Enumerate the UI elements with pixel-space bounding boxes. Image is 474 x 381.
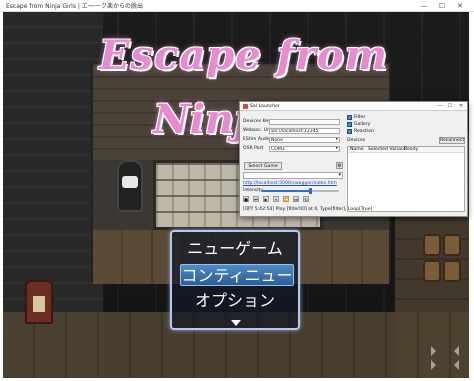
devices-keys-field[interactable] xyxy=(269,119,340,125)
launcher-title: Sal Launcher xyxy=(250,104,280,109)
chevron-down-icon xyxy=(231,320,241,326)
title-bar: Escape from Ninja Girls | エ──ーク楽からの脱出 — … xyxy=(0,0,474,12)
devices-label: Devices xyxy=(347,138,366,143)
window-title: Escape from Ninja Girls | エ──ーク楽からの脱出 xyxy=(6,3,144,10)
status-text: [대부 5:42:54] Play [filter00] at 0, Type[… xyxy=(243,207,373,212)
estim-audio-label: EStim Audio xyxy=(243,137,271,142)
title-menu: ニューゲーム コンティニュー オプション xyxy=(170,230,300,330)
gallery-checkbox[interactable]: ✓ Gallery xyxy=(347,122,370,127)
loop-icon[interactable]: ↻ xyxy=(303,196,309,202)
osr-port-label: OSR Port xyxy=(243,146,264,151)
filter-checkbox[interactable]: ✓ Filter xyxy=(347,115,365,120)
prev-icon[interactable]: ⏮ xyxy=(253,196,259,202)
rewind-icon[interactable]: ⏪ xyxy=(283,196,289,202)
col-ready[interactable]: Ready xyxy=(404,147,418,152)
intensity-slider[interactable] xyxy=(262,188,339,194)
mask-icon xyxy=(122,176,138,188)
gallery-checkbox-label: Gallery xyxy=(354,122,371,127)
intensity-thumb[interactable] xyxy=(308,188,312,194)
intensity-label: Intensity xyxy=(243,188,263,193)
menu-continue[interactable]: コンティニュー xyxy=(180,264,294,286)
game-select[interactable] xyxy=(243,172,343,179)
launcher-minimize-button[interactable]: — xyxy=(436,103,444,109)
menu-options[interactable]: オプション xyxy=(172,290,298,312)
app-window: Escape from Ninja Girls | エ──ーク楽からの脱出 — … xyxy=(0,0,474,381)
play-icon[interactable]: ▶ xyxy=(263,196,269,202)
pause-icon[interactable]: ⏸ xyxy=(273,196,279,202)
menu-new-game[interactable]: ニューゲーム xyxy=(172,238,298,260)
app-icon xyxy=(243,104,248,109)
barrels-icon xyxy=(423,234,463,294)
websocket-label: Websoc. Url xyxy=(243,128,271,133)
reconnect-button[interactable]: Reconnect xyxy=(439,137,465,144)
stop-icon[interactable]: ■ xyxy=(243,196,249,202)
ninja-sprite xyxy=(117,160,143,212)
launcher-maximize-button[interactable]: ☐ xyxy=(446,103,454,109)
intensity-fill xyxy=(262,190,310,192)
game-title-line1: Escape from xyxy=(99,32,388,79)
next-icon[interactable]: ⏭ xyxy=(293,196,299,202)
lantern-icon xyxy=(25,280,53,324)
launcher-title-bar: Sal Launcher — ☐ ✕ xyxy=(240,102,467,111)
devices-table[interactable]: Name Selected Variant Ready xyxy=(347,146,465,212)
devices-table-header: Name Selected Variant Ready xyxy=(348,147,464,153)
col-selected-variant[interactable]: Selected Variant xyxy=(368,147,406,152)
game-title: Escape from Ninja xyxy=(99,32,388,143)
estim-audio-select[interactable]: None xyxy=(269,137,340,143)
reaction-checkbox-label: Reaction xyxy=(354,129,374,134)
launcher-window: Sal Launcher — ☐ ✕ Devices Keys Websoc. … xyxy=(239,101,468,217)
osr-port-select[interactable]: COM3 xyxy=(269,146,340,152)
swagger-link[interactable]: http://localhost:5000/swagger/index.htm xyxy=(243,181,337,186)
launcher-close-button[interactable]: ✕ xyxy=(457,103,465,109)
player-controls: ■ ⏮ ▶ ⏸ ⏪ ⏭ ↻ xyxy=(243,196,343,203)
websocket-url-field[interactable]: ws://localhost:12345 xyxy=(269,128,340,134)
col-name[interactable]: Name xyxy=(350,147,364,152)
dpad-icon[interactable] xyxy=(431,346,461,372)
maximize-button[interactable]: ☐ xyxy=(434,0,450,12)
select-game-button[interactable]: Select Game xyxy=(244,162,282,170)
minimize-button[interactable]: — xyxy=(416,0,432,12)
gear-icon[interactable]: ⚙ xyxy=(336,162,343,169)
filter-checkbox-label: Filter xyxy=(354,115,366,120)
close-button[interactable]: ✕ xyxy=(452,0,468,12)
reaction-checkbox[interactable]: ✓ Reaction xyxy=(347,129,374,134)
